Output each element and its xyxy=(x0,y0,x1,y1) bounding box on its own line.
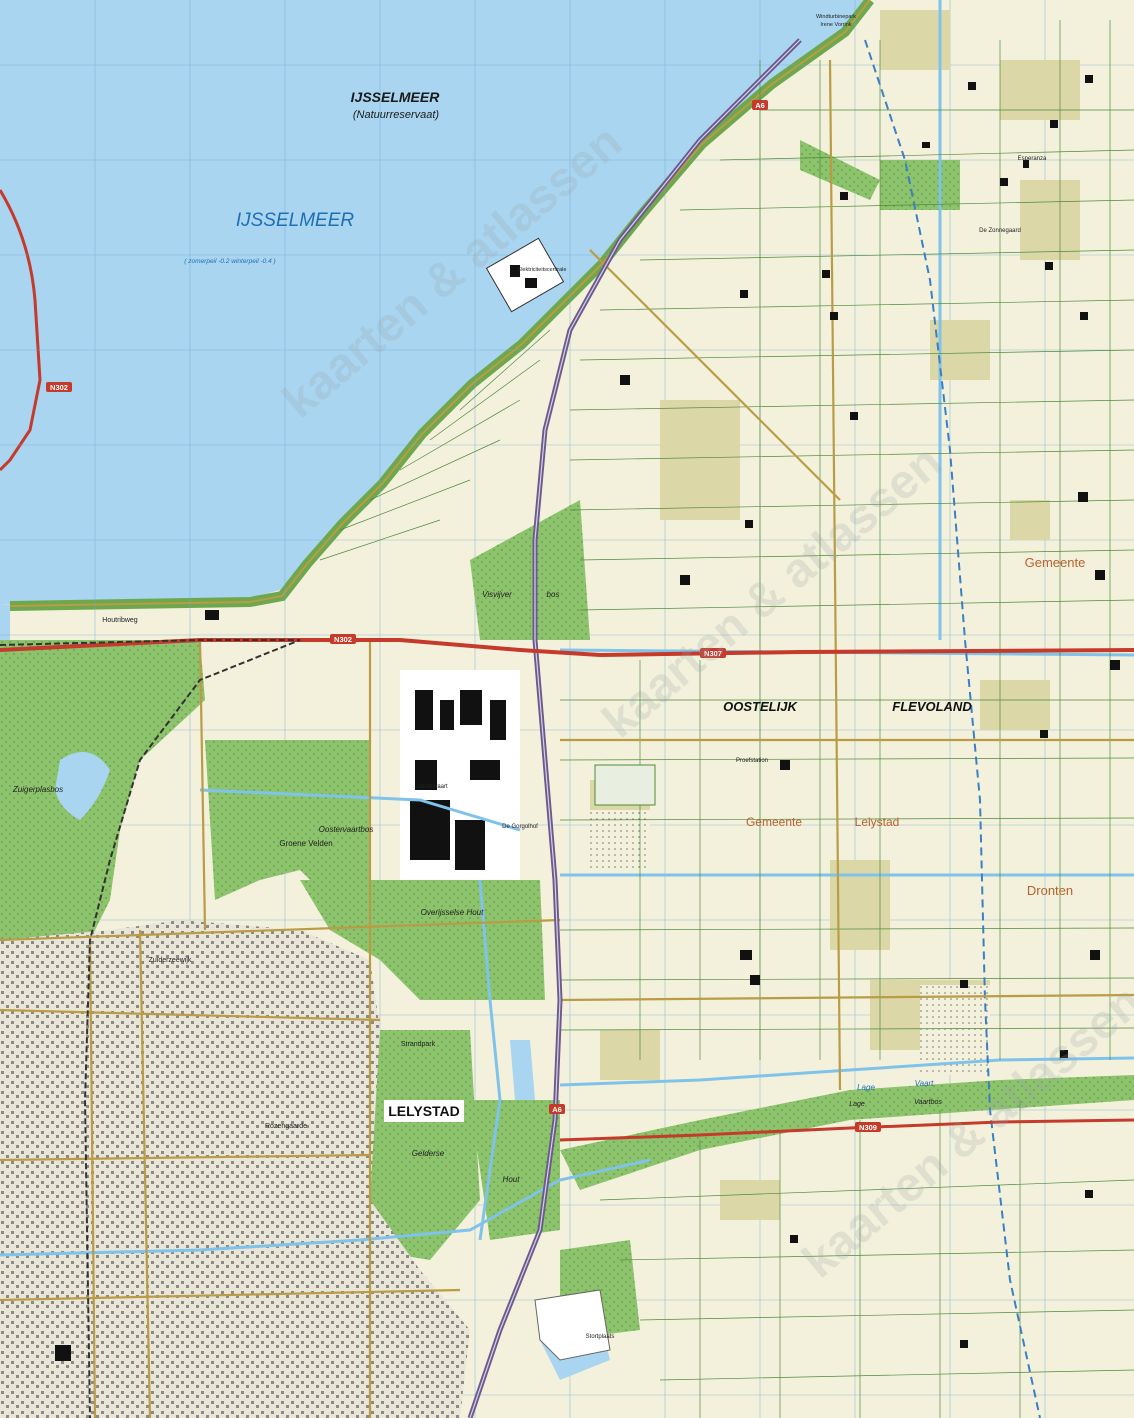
svg-text:A6: A6 xyxy=(552,1105,562,1114)
rozengaarde-label: Rozengaarde xyxy=(265,1123,307,1130)
strandpark-label: Strandpark xyxy=(401,1041,436,1048)
ijsselmeer-reserve-label: IJSSELMEER xyxy=(351,89,441,105)
irene-vorrink-label: Irene Vorrink xyxy=(820,22,851,28)
dronten-municipality-label: Dronten xyxy=(1027,883,1073,898)
flevoland-label: FLEVOLAND xyxy=(892,699,972,714)
svg-text:N302: N302 xyxy=(334,635,352,644)
gelderse-label: Gelderse xyxy=(412,1149,445,1158)
elektriciteitscentrale-label: Elektriciteitscentrale xyxy=(518,267,567,273)
de-zonnegaard-label: De Zonnegaard xyxy=(979,228,1021,234)
forest-north-strip xyxy=(880,160,960,210)
houtribweg-label: Houtribweg xyxy=(102,617,138,624)
lelystad-city-label: LELYSTAD xyxy=(388,1103,460,1119)
vaartbos-label: Vaartbos xyxy=(914,1099,942,1106)
gemeente-label-right: Gemeente xyxy=(1025,555,1086,570)
de-gorgol-label: De Gorgolhof xyxy=(502,824,538,830)
lage-vaart-label-1: Lage xyxy=(857,1083,875,1092)
hout-label: Hout xyxy=(503,1175,521,1184)
dotted-field-1 xyxy=(590,810,650,870)
gemeente-label-center: Gemeente xyxy=(746,815,802,829)
svg-text:N302: N302 xyxy=(50,383,68,392)
oostervaartbos-label: Oostervaartbos xyxy=(319,825,374,834)
vaart-label: Vaart xyxy=(915,1079,935,1088)
water-level-note: ( zomerpeil -0.2 winterpeil -0.4 ) xyxy=(184,258,275,265)
svg-text:N309: N309 xyxy=(859,1123,877,1132)
lelystad-municipality-label: Lelystad xyxy=(855,815,900,829)
ijsselmeer-lake-label: IJSSELMEER xyxy=(236,210,355,231)
zuiderzeewijk-label: Zuiderzeewijk xyxy=(149,957,192,964)
zuigerplasbos-label: Zuigerplasbos xyxy=(12,785,63,794)
oostelijk-label: OOSTELIJK xyxy=(723,699,798,714)
bos-label: bos xyxy=(547,590,560,599)
lage-vaartbos-label: Lage xyxy=(849,1101,865,1108)
road-badge-n309: N309 xyxy=(855,1122,881,1132)
groene-velden-label: Groene Velden xyxy=(279,839,332,848)
road-badge-n302: N302 xyxy=(330,634,356,644)
proefstation-label: Proefstation xyxy=(736,758,768,764)
stortplaats-label: Stortplaats xyxy=(586,1334,615,1340)
road-badge-a6-top: A6 xyxy=(752,100,768,110)
oostervaart-label: Oostervaart xyxy=(416,784,448,790)
svg-text:A6: A6 xyxy=(755,101,765,110)
ijsselmeer-reserve-sub-label: (Natuurreservaat) xyxy=(353,109,440,121)
esperanza-label: Esperanza xyxy=(1018,156,1047,162)
road-badge-a6-mid: A6 xyxy=(549,1104,565,1114)
road-badge-n302-west: N302 xyxy=(46,382,72,392)
research-centre xyxy=(594,764,656,806)
overijsselse-hout-label: Overijsselse Hout xyxy=(421,908,484,917)
topographic-map[interactable]: IJSSELMEER (Natuurreservaat) IJSSELMEER … xyxy=(0,0,1134,1418)
visvijver-label: Visvijver xyxy=(482,590,512,599)
windturbinepark-label: Windturbinepark xyxy=(816,14,856,20)
